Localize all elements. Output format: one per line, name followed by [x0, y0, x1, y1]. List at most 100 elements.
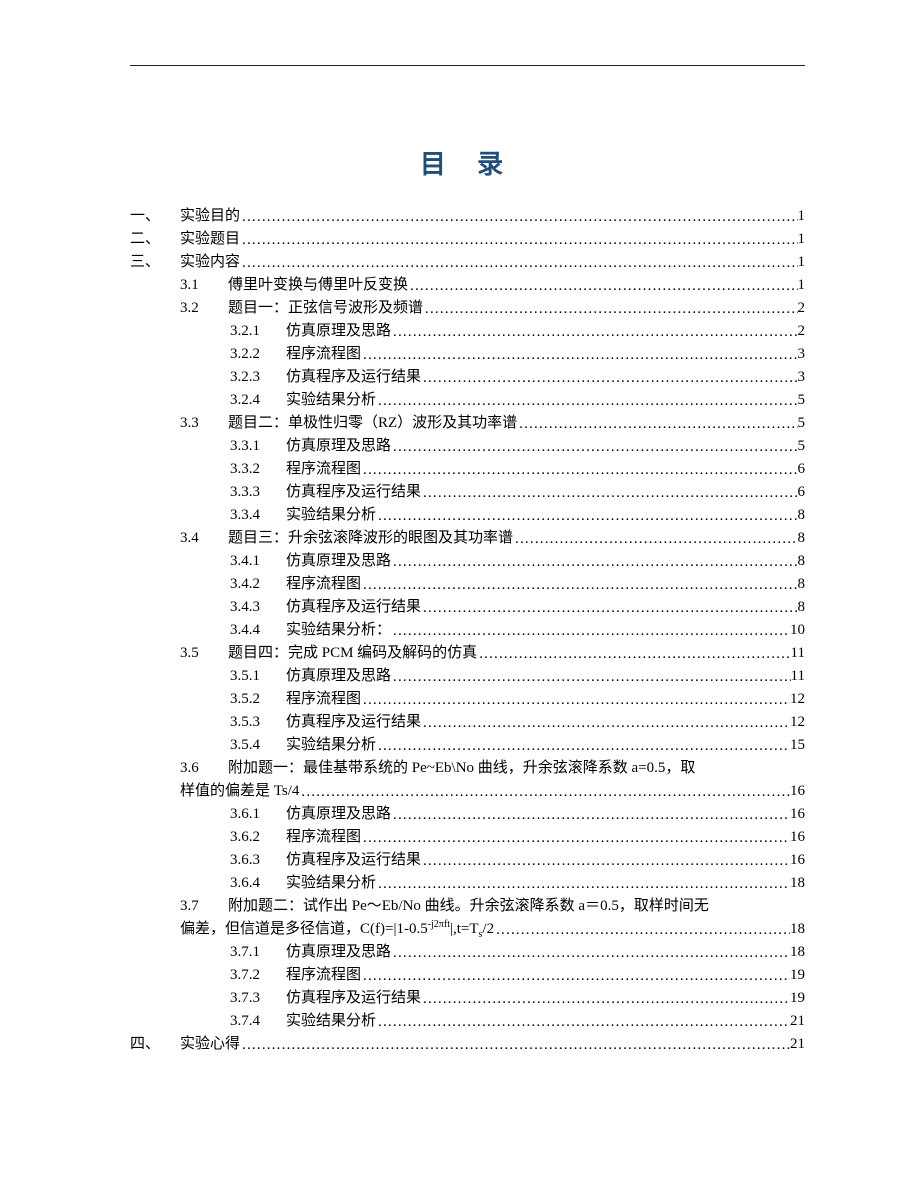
toc-page-number: 6: [798, 458, 806, 481]
toc-page-number: 8: [798, 527, 806, 550]
toc-entry[interactable]: 3.5.4实验结果分析15: [130, 734, 805, 757]
toc-entry-text: 实验题目: [180, 228, 240, 251]
toc-page-number: 12: [790, 711, 805, 734]
toc-entry-text: 程序流程图: [286, 573, 361, 596]
toc-entry[interactable]: 3.3题目二：单极性归零（RZ）波形及其功率谱5: [130, 412, 805, 435]
toc-entry[interactable]: 3.5.3仿真程序及运行结果12: [130, 711, 805, 734]
toc-entry-number: 3.7: [180, 895, 228, 918]
toc-entry[interactable]: 3.2.2程序流程图3: [130, 343, 805, 366]
toc-entry[interactable]: 3.2题目一：正弦信号波形及频谱2: [130, 297, 805, 320]
toc-entry-number: 3.7.1: [230, 941, 286, 964]
toc-entry[interactable]: 三、实验内容1: [130, 251, 805, 274]
toc-entry[interactable]: 二、实验题目 1: [130, 228, 805, 251]
toc-entry-number: 三、: [130, 251, 180, 274]
toc-page-number: 16: [790, 803, 805, 826]
toc-leader: [240, 1034, 790, 1057]
toc-entry[interactable]: 3.3.4实验结果分析8: [130, 504, 805, 527]
toc-page-number: 19: [790, 987, 805, 1010]
toc-entry-text: 实验结果分析: [286, 734, 376, 757]
toc-entry-number: 二、: [130, 228, 180, 251]
toc-leader: [421, 367, 797, 390]
toc-entry-number: 3.2.1: [230, 320, 286, 343]
toc-entry[interactable]: 3.6.4实验结果分析18: [130, 872, 805, 895]
toc-page-number: 18: [790, 918, 805, 941]
toc-entry-text: 傅里叶变换与傅里叶反变换: [228, 274, 408, 297]
toc-entry-number: 3.6.4: [230, 872, 286, 895]
toc-page-number: 18: [790, 941, 805, 964]
toc-page-number: 16: [790, 780, 805, 803]
toc-entry[interactable]: 3.6.3仿真程序及运行结果16: [130, 849, 805, 872]
toc-leader: [391, 436, 797, 459]
toc-entry[interactable]: 3.4.1仿真原理及思路8: [130, 550, 805, 573]
toc-page-number: 8: [798, 504, 806, 527]
toc-entry-line1: 3.6附加题一：最佳基带系统的 Pe~Eb\No 曲线，升余弦滚降系数 a=0.…: [180, 757, 805, 780]
toc-entry-text: 实验结果分析: [286, 872, 376, 895]
toc-entry[interactable]: 3.5.1仿真原理及思路11: [130, 665, 805, 688]
toc-leader: [361, 344, 797, 367]
toc-entry[interactable]: 3.2.1仿真原理及思路2: [130, 320, 805, 343]
toc-entry[interactable]: 3.7.4实验结果分析21: [130, 1010, 805, 1033]
toc-leader: [240, 252, 797, 275]
toc-entry-text: 程序流程图: [286, 688, 361, 711]
toc-leader: [421, 988, 790, 1011]
toc-entry-number: 3.5.4: [230, 734, 286, 757]
toc-page-number: 11: [791, 642, 805, 665]
toc-entry[interactable]: 3.2.3仿真程序及运行结果3: [130, 366, 805, 389]
toc-entry[interactable]: 3.1傅里叶变换与傅里叶反变换1: [130, 274, 805, 297]
toc-leader: [376, 505, 797, 528]
toc-entry-number: 3.7.2: [230, 964, 286, 987]
toc-page-number: 5: [798, 412, 806, 435]
toc-entry[interactable]: 3.7.3仿真程序及运行结果19: [130, 987, 805, 1010]
toc-entry-number: 3.4.2: [230, 573, 286, 596]
toc-leader: [376, 1011, 790, 1034]
toc-entry[interactable]: 3.7.2程序流程图19: [130, 964, 805, 987]
toc-entry-text: 仿真原理及思路: [286, 941, 391, 964]
toc-entry-text: 附加题二：试作出 Pe～Eb/No 曲线。升余弦滚降系数 a＝0.5，取样时间无: [228, 898, 709, 914]
toc-entry-text: 偏差，但信道是多径信道，C(f)=|1-0.5-j2πft|,t=Ts/2: [180, 918, 494, 941]
toc-entry[interactable]: 3.4.2程序流程图8: [130, 573, 805, 596]
toc-entry[interactable]: 3.5题目四：完成 PCM 编码及解码的仿真11: [130, 642, 805, 665]
toc-entry[interactable]: 3.7.1仿真原理及思路 18: [130, 941, 805, 964]
toc-leader: [494, 919, 790, 942]
toc-entry[interactable]: 3.5.2程序流程图12: [130, 688, 805, 711]
toc-entry-text: 仿真程序及运行结果: [286, 596, 421, 619]
toc-entry[interactable]: 3.3.3仿真程序及运行结果6: [130, 481, 805, 504]
toc-entry-number: 3.3.2: [230, 458, 286, 481]
toc-entry-number: 3.4.3: [230, 596, 286, 619]
toc-page-number: 19: [790, 964, 805, 987]
toc-page-number: 1: [798, 251, 806, 274]
toc-page-number: 1: [798, 228, 806, 251]
toc-entry[interactable]: 3.4题目三：升余弦滚降波形的眼图及其功率谱8: [130, 527, 805, 550]
toc-page-number: 16: [790, 849, 805, 872]
toc-entry-line2: 样值的偏差是 Ts/416: [180, 780, 805, 803]
toc-entry[interactable]: 3.6附加题一：最佳基带系统的 Pe~Eb\No 曲线，升余弦滚降系数 a=0.…: [130, 757, 805, 803]
toc-entry-text: 实验结果分析：: [286, 619, 391, 642]
toc-entry[interactable]: 一、实验目的1: [130, 205, 805, 228]
toc-entry-text: 实验目的: [180, 205, 240, 228]
toc-entry[interactable]: 3.3.1仿真原理及思路5: [130, 435, 805, 458]
toc-leader: [513, 528, 797, 551]
toc-entry[interactable]: 3.4.3仿真程序及运行结果8: [130, 596, 805, 619]
toc-entry[interactable]: 3.6.2程序流程图16: [130, 826, 805, 849]
toc-entry[interactable]: 四、实验心得21: [130, 1033, 805, 1056]
toc-entry[interactable]: 3.6.1仿真原理及思路16: [130, 803, 805, 826]
toc-page-number: 11: [791, 665, 805, 688]
toc-entry-text: 实验结果分析: [286, 1010, 376, 1033]
toc-entry[interactable]: 3.3.2程序流程图6: [130, 458, 805, 481]
toc-entry-line1: 3.7附加题二：试作出 Pe～Eb/No 曲线。升余弦滚降系数 a＝0.5，取样…: [180, 895, 805, 918]
toc-entry[interactable]: 3.4.4实验结果分析：10: [130, 619, 805, 642]
toc-page-number: 3: [798, 366, 806, 389]
toc-entry[interactable]: 3.2.4实验结果分析5: [130, 389, 805, 412]
toc-entry-text: 仿真程序及运行结果: [286, 481, 421, 504]
toc-leader: [376, 390, 797, 413]
toc-leader: [391, 551, 797, 574]
toc-page-number: 12: [790, 688, 805, 711]
toc-leader: [423, 298, 797, 321]
toc-page-number: 16: [790, 826, 805, 849]
toc-entry-number: 3.4: [180, 527, 228, 550]
toc-entry-text: 仿真程序及运行结果: [286, 366, 421, 389]
toc-entry-number: 3.4.1: [230, 550, 286, 573]
toc-entry[interactable]: 3.7附加题二：试作出 Pe～Eb/No 曲线。升余弦滚降系数 a＝0.5，取样…: [130, 895, 805, 941]
toc-leader: [477, 643, 790, 666]
toc-entry-text: 仿真原理及思路: [286, 320, 391, 343]
